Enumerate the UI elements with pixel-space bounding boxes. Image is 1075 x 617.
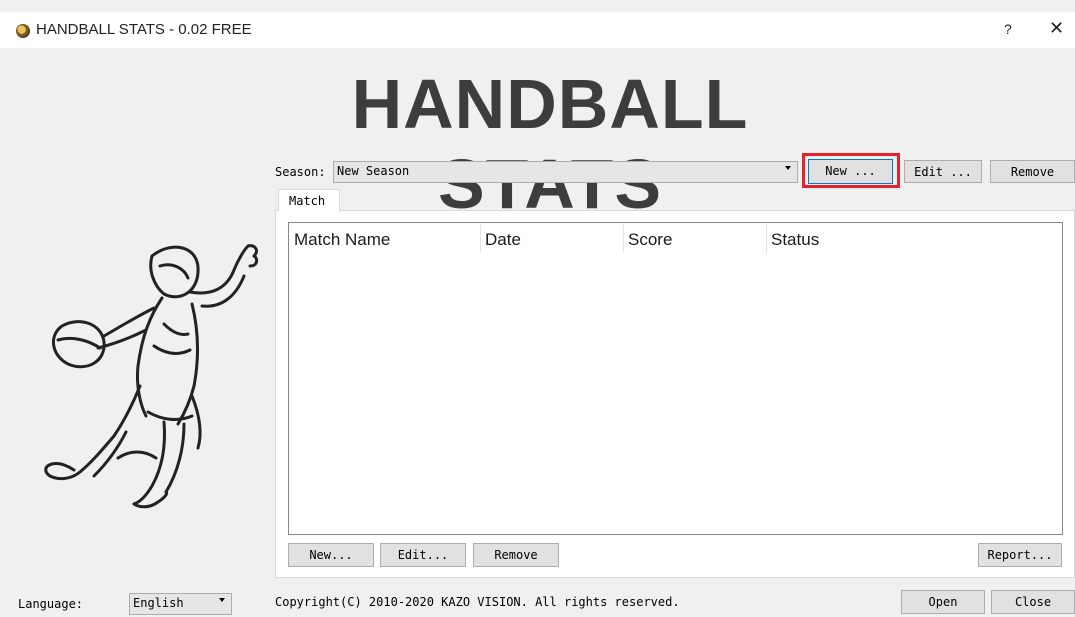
season-label: Season: [275,165,326,179]
column-header-score[interactable]: Score [628,230,672,250]
column-header-status[interactable]: Status [771,230,819,250]
match-remove-button[interactable]: Remove [473,543,559,567]
app-logo-icon [16,24,30,38]
tab-match-label: Match [289,194,326,208]
handball-player-illustration [44,244,259,509]
column-divider [480,223,481,253]
season-select-value: New Season [337,164,410,178]
chevron-down-icon [785,166,791,170]
highlight-box [802,153,900,188]
tab-match[interactable]: Match [278,189,340,211]
season-edit-button[interactable]: Edit ... [904,160,982,183]
season-remove-button[interactable]: Remove [990,160,1075,183]
window-title: HANDBALL STATS - 0.02 FREE [36,21,252,38]
column-header-match-name[interactable]: Match Name [294,230,390,250]
report-button[interactable]: Report... [978,543,1062,567]
match-new-button[interactable]: New... [288,543,374,567]
column-divider [623,223,624,253]
match-edit-button[interactable]: Edit... [380,543,466,567]
language-select[interactable]: English [129,593,232,615]
copyright-text: Copyright(C) 2010-2020 KAZO VISION. All … [275,595,680,609]
match-list[interactable]: Match Name Date Score Status [288,222,1063,535]
language-label: Language: [18,597,84,611]
chevron-down-icon [219,598,225,602]
column-divider [766,223,767,253]
help-button[interactable]: ? [1004,21,1012,37]
close-button[interactable]: Close [991,590,1075,614]
language-select-value: English [133,596,184,610]
season-select[interactable]: New Season [333,161,798,183]
open-button[interactable]: Open [901,590,985,614]
close-window-icon[interactable]: ✕ [1049,18,1064,39]
column-header-date[interactable]: Date [485,230,521,250]
